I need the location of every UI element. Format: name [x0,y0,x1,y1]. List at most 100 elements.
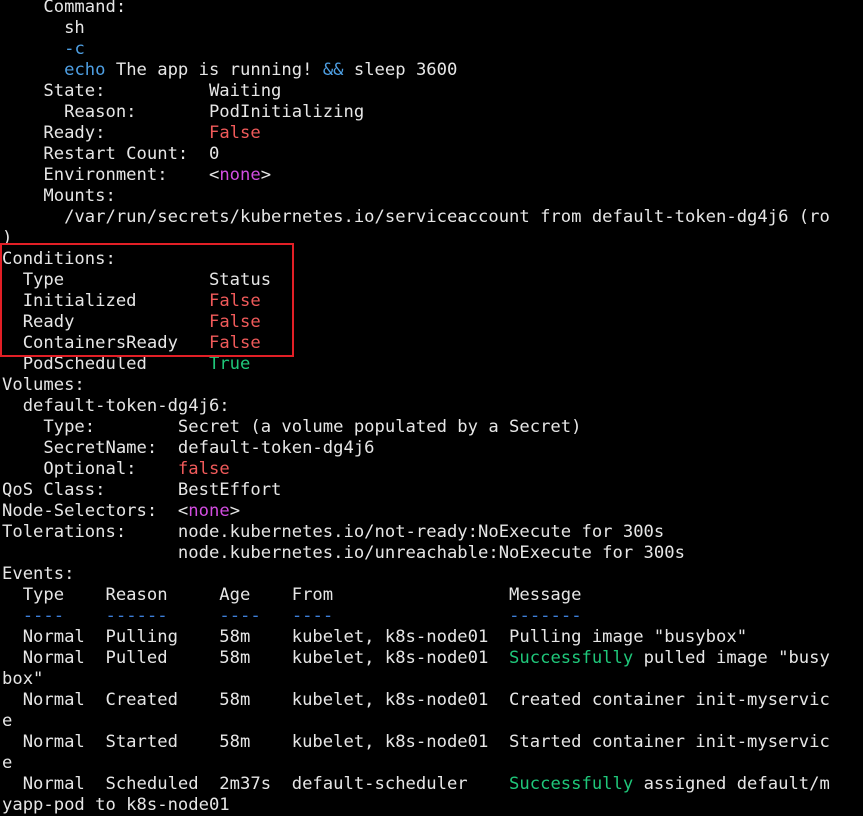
terminal-line: State: Waiting [2,81,863,102]
terminal-line: ---- ------ ---- ---- ------- [2,606,863,627]
terminal-line: Ready False [2,312,863,333]
terminal-line: PodScheduled True [2,354,863,375]
terminal-text-segment: < [208,165,220,185]
terminal-text-segment: SecretName: default-token-dg4j6 [2,438,375,458]
terminal-text-segment: Tolerations: node.kubernetes.io/not-read… [2,522,665,542]
terminal-line: Restart Count: 0 [2,144,863,165]
terminal-line: Normal Pulling 58m kubelet, k8s-node01 P… [2,627,863,648]
terminal-text-segment: ------- [509,606,582,626]
terminal-text-segment: True [208,354,251,374]
terminal-line: e [2,711,863,732]
terminal-text-segment: default-token-dg4j6: [2,396,230,416]
terminal-line: Node-Selectors: <none> [2,501,863,522]
terminal-line: ) [2,228,863,249]
terminal-text-segment: Normal Created 58m kubelet, k8s-node01 C… [2,690,830,710]
terminal-line: ContainersReady False [2,333,863,354]
terminal-text-segment: Optional: [2,459,178,479]
terminal-text-segment: ) [2,228,13,248]
terminal-text-segment: e [2,753,13,773]
terminal-line: Type Reason Age From Message [2,585,863,606]
terminal-line: QoS Class: BestEffort [2,480,863,501]
terminal-text-segment: The app is running! [105,60,323,80]
terminal-line: node.kubernetes.io/unreachable:NoExecute… [2,543,863,564]
terminal-line: Ready: False [2,123,863,144]
terminal-text-segment: False [208,291,261,311]
terminal-line: Mounts: [2,186,863,207]
terminal-text-segment: Volumes: [2,375,85,395]
terminal-text-segment: Normal Started 58m kubelet, k8s-node01 S… [2,732,830,752]
terminal-text-segment: Normal Pulling 58m kubelet, k8s-node01 P… [2,627,748,647]
terminal-line: Environment: <none> [2,165,863,186]
terminal-text-segment: yapp-pod to k8s-node01 [2,795,230,815]
terminal-text-segment: pulled image "busy [633,648,830,668]
terminal-line: sh [2,18,863,39]
terminal-text-segment: Ready [2,312,209,332]
terminal-text-segment: /var/run/secrets/kubernetes.io/serviceac… [2,207,830,227]
terminal-text-segment: < [177,501,189,521]
terminal-text-segment: none [219,165,261,185]
terminal-text-segment: node.kubernetes.io/unreachable:NoExecute… [2,543,685,563]
terminal-text-segment: ---- [219,606,261,626]
terminal-text-segment: ContainersReady [2,333,209,353]
terminal-text-segment: > [229,501,241,521]
terminal-line: Normal Created 58m kubelet, k8s-node01 C… [2,690,863,711]
terminal-text-segment: ---- [291,606,334,626]
terminal-text-segment: Successfully [509,774,634,794]
terminal-text-segment: PodScheduled [2,354,209,374]
terminal-output: Command: sh -c echo The app is running! … [2,0,863,816]
terminal-text-segment: Normal Pulled 58m kubelet, k8s-node01 [2,648,510,668]
terminal-line: Initialized False [2,291,863,312]
terminal-text-segment: Initialized [2,291,209,311]
terminal-line: Type: Secret (a volume populated by a Se… [2,417,863,438]
terminal-text-segment: Node-Selectors: [2,501,178,521]
terminal-line: echo The app is running! && sleep 3600 [2,60,863,81]
terminal-text-segment: Mounts: [2,186,116,206]
terminal-text-segment: Environment: [2,165,209,185]
terminal-text-segment: False [208,123,261,143]
terminal-line: SecretName: default-token-dg4j6 [2,438,863,459]
terminal-text-segment: Restart Count: 0 [2,144,220,164]
terminal-line: Normal Started 58m kubelet, k8s-node01 S… [2,732,863,753]
terminal-line: Events: [2,564,863,585]
terminal-text-segment: none [188,501,230,521]
terminal-line: default-token-dg4j6: [2,396,863,417]
terminal-text-segment: False [208,312,261,332]
terminal-text-segment: Reason: PodInitializing [2,102,365,122]
terminal-text-segment: ------ [105,606,168,626]
terminal-text-segment: assigned default/m [633,774,830,794]
terminal-line: box" [2,669,863,690]
terminal-text-segment: > [260,165,272,185]
terminal-text-segment: Type Status [2,270,272,290]
terminal-text-segment: ---- [22,606,65,626]
terminal-text-segment: Type Reason Age From Message [2,585,582,605]
terminal-text-segment: Successfully [509,648,634,668]
terminal-line: Command: [2,0,863,18]
terminal-text-segment: Events: [2,564,75,584]
terminal-text-segment: sleep 3600 [343,60,458,80]
terminal-text-segment: false [177,459,230,479]
terminal-line: Tolerations: node.kubernetes.io/not-read… [2,522,863,543]
terminal-line: Type Status [2,270,863,291]
terminal-line: Conditions: [2,249,863,270]
terminal-text-segment: State: Waiting [2,81,282,101]
terminal-text-segment: sh [2,18,85,38]
terminal-text-segment: Ready: [2,123,209,143]
terminal-text-segment: QoS Class: BestEffort [2,480,282,500]
terminal-line: Volumes: [2,375,863,396]
terminal-text-segment: box" [2,669,44,689]
terminal-text-segment: Type: Secret (a volume populated by a Se… [2,417,582,437]
terminal-line: yapp-pod to k8s-node01 [2,795,863,816]
terminal-text-segment: Normal Scheduled 2m37s default-scheduler [2,774,510,794]
terminal-text-segment: echo [64,60,106,80]
terminal-text-segment: Conditions: [2,249,116,269]
terminal-text-segment: && [322,60,344,80]
terminal-line: Reason: PodInitializing [2,102,863,123]
terminal-text-segment: Command: [2,0,127,17]
